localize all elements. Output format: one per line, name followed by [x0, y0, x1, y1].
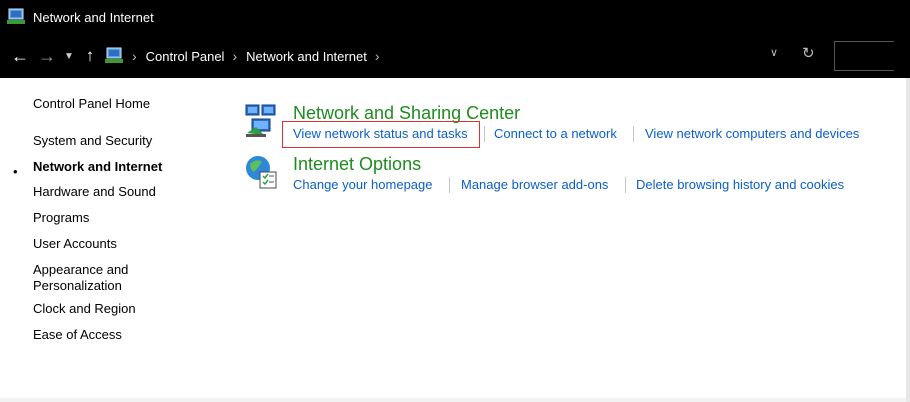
link-divider: [449, 177, 450, 193]
link-divider: [633, 126, 634, 142]
window-border: [906, 78, 910, 402]
sidebar-item-hardware-and-sound[interactable]: Hardware and Sound: [33, 184, 156, 200]
window-title: Network and Internet: [33, 9, 154, 25]
sidebar-item-system-and-security[interactable]: System and Security: [33, 133, 152, 149]
sidebar-item-clock-and-region[interactable]: Clock and Region: [33, 301, 136, 317]
breadcrumb-separator-icon[interactable]: ›: [375, 48, 380, 64]
sidebar-item-ease-of-access[interactable]: Ease of Access: [33, 327, 122, 343]
sidebar-item-control-panel-home[interactable]: Control Panel Home: [33, 96, 150, 112]
forward-arrow-icon[interactable]: →: [38, 46, 56, 66]
link-divider: [625, 177, 626, 193]
breadcrumb-control-panel[interactable]: Control Panel: [146, 49, 225, 64]
link-divider: [484, 126, 485, 142]
search-input[interactable]: [834, 41, 894, 71]
sidebar-item-programs[interactable]: Programs: [33, 210, 89, 226]
connect-to-network-link[interactable]: Connect to a network: [494, 126, 617, 141]
address-field[interactable]: › Control Panel › Network and Internet ›…: [104, 40, 830, 72]
control-panel-icon: [105, 47, 123, 63]
breadcrumb-separator-icon[interactable]: ›: [232, 48, 237, 64]
up-arrow-icon[interactable]: ↑: [82, 46, 98, 66]
title-bar: Network and Internet: [0, 0, 910, 34]
window-border: [0, 398, 906, 402]
network-sharing-icon: [245, 104, 276, 137]
breadcrumb-separator-icon[interactable]: ›: [132, 48, 137, 64]
change-homepage-link[interactable]: Change your homepage: [293, 177, 433, 192]
current-item-bullet-icon: •: [13, 164, 18, 179]
back-arrow-icon[interactable]: ←: [11, 46, 29, 66]
refresh-icon[interactable]: ↻: [802, 44, 815, 62]
view-network-computers-link[interactable]: View network computers and devices: [645, 126, 859, 141]
address-dropdown-chevron-icon[interactable]: ∨: [770, 46, 778, 59]
sidebar-item-appearance-and-personalization[interactable]: Appearance and Personalization: [33, 262, 193, 294]
address-bar: ← → ▼ ↑ › Control Panel › Network and In…: [0, 34, 910, 78]
breadcrumb-network-and-internet[interactable]: Network and Internet: [246, 49, 367, 64]
recent-locations-chevron-icon[interactable]: ▼: [62, 46, 76, 66]
sidebar-item-user-accounts[interactable]: User Accounts: [33, 236, 117, 252]
highlight-box: [282, 121, 480, 148]
manage-browser-addons-link[interactable]: Manage browser add-ons: [461, 177, 608, 192]
sidebar-item-network-and-internet[interactable]: Network and Internet: [33, 159, 162, 175]
internet-options-icon: [246, 156, 277, 189]
control-panel-icon: [7, 8, 25, 24]
internet-options-title[interactable]: Internet Options: [293, 154, 421, 175]
delete-browsing-history-link[interactable]: Delete browsing history and cookies: [636, 177, 844, 192]
